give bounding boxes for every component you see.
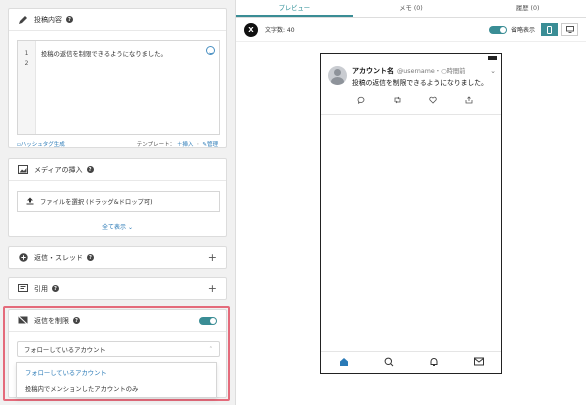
toolbar-right: 省略表示 (488, 23, 578, 36)
dropdown-option[interactable]: 投稿内でメンションしたアカウントのみ (17, 380, 216, 396)
plus-circle-icon (18, 253, 28, 263)
show-all-link[interactable]: 全て表示 ⌄ (9, 222, 226, 231)
post-content-card: 投稿内容 ? 1 2 投稿の返信を制限できるようになりました。 ▫ハッシュタグ生… (8, 8, 227, 148)
template-separator: ・ (195, 142, 201, 148)
expand-plus-icon[interactable]: + (208, 282, 217, 295)
emoji-icon[interactable] (206, 46, 215, 55)
help-icon[interactable]: ? (52, 285, 59, 292)
upload-icon (26, 197, 34, 207)
home-icon[interactable] (339, 357, 349, 369)
help-icon[interactable]: ? (86, 166, 94, 173)
dropdown-option[interactable]: フォローしているアカウント (17, 364, 216, 380)
tab-history[interactable]: 履歴 (0) (469, 0, 586, 17)
post-text-editor[interactable]: 1 2 投稿の返信を制限できるようになりました。 (17, 40, 220, 135)
help-icon[interactable]: ? (66, 16, 73, 23)
tweet-actions (321, 88, 501, 106)
reply-thread-header[interactable]: 返信・スレッド ? + (9, 247, 226, 268)
template-insert-link[interactable]: ＋挿入 (177, 142, 194, 148)
compact-toggle[interactable] (488, 25, 507, 34)
battery-icon (488, 56, 497, 60)
compact-label: 省略表示 (510, 27, 535, 34)
quote-icon (18, 284, 28, 294)
desktop-icon (565, 26, 574, 33)
pencil-icon (18, 15, 28, 25)
reply-limit-dropdown: フォローしているアカウント 投稿内でメンションしたアカウントのみ (16, 362, 217, 398)
line-gutter: 1 2 (18, 41, 36, 134)
line-number: 1 (24, 50, 29, 57)
post-content-header: 投稿内容 ? (9, 9, 226, 31)
mail-icon[interactable] (473, 357, 484, 368)
x-logo-icon: X (244, 22, 258, 37)
quote-header[interactable]: 引用 ? + (9, 278, 226, 299)
line-number: 2 (24, 60, 29, 67)
quote-title: 引用 (34, 284, 48, 293)
tab-preview[interactable]: プレビュー (236, 0, 353, 17)
editor-links: ▫ハッシュタグ生成 テンプレート： ＋挿入 ・ ✎管理 (17, 140, 218, 148)
search-icon[interactable] (384, 357, 394, 369)
file-select-label: ファイルを選択 (ドラッグ&ドロップ可) (40, 199, 153, 206)
media-title: メディアの挿入 (34, 165, 83, 174)
preview-tabs: プレビュー メモ (0) 履歴 (0) (236, 0, 586, 18)
reply-icon[interactable] (357, 96, 365, 106)
file-select-button[interactable]: ファイルを選択 (ドラッグ&ドロップ可) (17, 191, 220, 212)
phone-status-bar (321, 54, 501, 62)
quote-card[interactable]: 引用 ? + (8, 277, 227, 300)
tweet: アカウント名 @username・○時間前 ⌄ 投稿の返信を制限できるようになり… (321, 62, 501, 88)
retweet-icon[interactable] (393, 96, 402, 106)
template-links: テンプレート： ＋挿入 ・ ✎管理 (137, 140, 218, 148)
template-label: テンプレート： (136, 142, 176, 148)
like-icon[interactable] (429, 96, 438, 106)
chevron-down-icon[interactable]: ⌄ (490, 67, 496, 75)
reply-thread-card[interactable]: 返信・スレッド ? + (8, 246, 227, 269)
expand-plus-icon[interactable]: + (208, 251, 217, 264)
phone-preview: アカウント名 @username・○時間前 ⌄ 投稿の返信を制限できるようになり… (320, 53, 502, 374)
media-card: メディアの挿入 ? ファイルを選択 (ドラッグ&ドロップ可) 全て表示 ⌄ (8, 158, 227, 237)
reply-thread-title: 返信・スレッド (34, 253, 83, 262)
mobile-icon (547, 25, 552, 34)
tweet-meta: @username・○時間前 (397, 68, 466, 75)
tweet-divider (321, 114, 501, 115)
tab-memo[interactable]: メモ (0) (353, 0, 470, 17)
help-icon[interactable]: ? (87, 254, 94, 261)
desktop-view-button[interactable] (561, 23, 578, 36)
image-icon (18, 165, 28, 175)
char-count: 文字数: 40 (265, 27, 295, 34)
template-manage-link[interactable]: ✎管理 (202, 142, 218, 148)
tweet-text: 投稿の返信を制限できるようになりました。 (352, 79, 488, 87)
share-icon[interactable] (465, 96, 473, 106)
hashtag-generate-link[interactable]: ▫ハッシュタグ生成 (17, 140, 65, 148)
mobile-view-button[interactable] (541, 23, 558, 36)
post-content-title: 投稿内容 (34, 15, 62, 24)
account-name: アカウント名 (352, 67, 394, 75)
media-header: メディアの挿入 ? (9, 159, 226, 181)
preview-panel: プレビュー メモ (0) 履歴 (0) X 文字数: 40 省略表示 アカウント… (235, 0, 586, 405)
notification-bell-icon[interactable] (429, 357, 439, 369)
chevron-down-icon: ⌄ (127, 224, 133, 231)
preview-toolbar: X 文字数: 40 省略表示 (236, 18, 586, 42)
post-text[interactable]: 投稿の返信を制限できるようになりました。 (36, 41, 172, 134)
phone-bottom-nav (321, 351, 501, 373)
avatar (328, 66, 347, 85)
tweet-body: アカウント名 @username・○時間前 ⌄ 投稿の返信を制限できるようになり… (352, 66, 496, 88)
